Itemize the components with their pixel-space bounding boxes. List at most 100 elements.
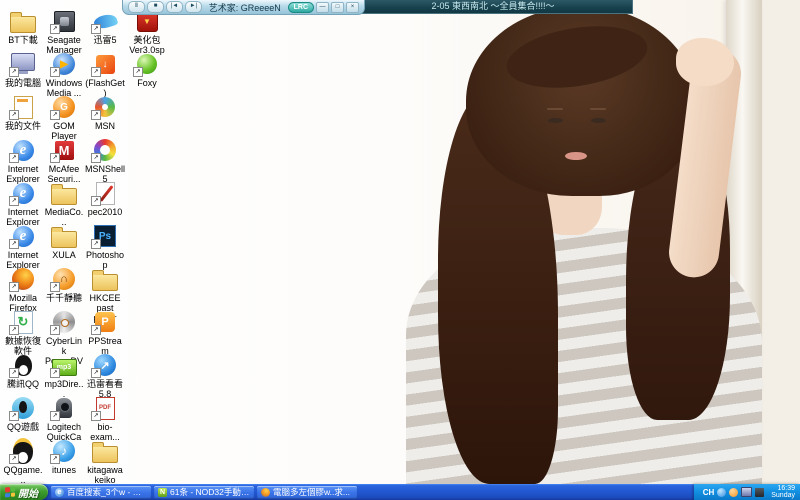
foxy-icon [132, 51, 162, 77]
taskbar-item-label: 61条 - NOD32手動棟.. [170, 486, 250, 498]
folder-icon [49, 180, 79, 206]
desktop-icon-ie[interactable]: eInternet Explorer [3, 137, 43, 184]
qq-game-icon [8, 395, 38, 421]
clock[interactable]: 16:39 Sunday [767, 485, 795, 500]
desktop-icon-label: XULA [44, 250, 84, 260]
desktop-icon-wmp[interactable]: ▶Windows Media ... [44, 51, 84, 98]
ie-task-icon: e [55, 488, 64, 497]
song-title-label: 2-05 東西南北 ～全員集合!!!!～ [431, 1, 554, 11]
desktop-icon-mcafee[interactable]: MMcAfee Securi... [44, 137, 84, 184]
msnshell-icon [90, 137, 120, 163]
ie-icon: e [8, 180, 38, 206]
desktop-icon-label: QQgame... [3, 465, 43, 485]
desktop-icon-pdf[interactable]: PDFbio-exam... [85, 395, 125, 442]
windows-flag-icon [5, 486, 15, 497]
restore-button[interactable]: □ [331, 2, 344, 13]
desktop-icon-qq-game[interactable]: QQ遊戲 [3, 395, 43, 432]
desktop-icon-folder[interactable]: MediaCo... [44, 180, 84, 227]
ppstream-icon: P [90, 309, 120, 335]
display-tray-icon[interactable] [741, 487, 752, 497]
desktop-icon-thunder[interactable]: 迅雷5 [85, 8, 125, 45]
desktop-icon-label: 騰訊QQ [3, 379, 43, 389]
webcam-icon [49, 395, 79, 421]
ie-icon: e [8, 223, 38, 249]
desktop-icon-label: QQ遊戲 [3, 422, 43, 432]
desktop-icon-qq-game2[interactable]: QQgame... [3, 438, 43, 485]
thunder-icon [90, 8, 120, 34]
desktop-icon-label: 迅雷5 [85, 35, 125, 45]
wallpaper-frame [762, 0, 800, 484]
desktop-icon-label: MSN [85, 121, 125, 131]
desktop-icon-firefox[interactable]: Mozilla Firefox [3, 266, 43, 313]
taskbar-item-baidu-search[interactable]: e 百度搜索_3个w - Mi... [51, 486, 151, 499]
desktop-icon-msnshell[interactable]: MSNShell 5 [85, 137, 125, 184]
system-tray: CH 16:39 Sunday [694, 484, 800, 500]
desktop-icon-seagate[interactable]: Seagate Manager [44, 8, 84, 55]
folder-icon [90, 438, 120, 464]
language-indicator[interactable]: CH [703, 488, 715, 497]
desktop-icon-ie[interactable]: eInternet Explorer [3, 223, 43, 270]
desktop-icon-label: 我的文件 [3, 121, 43, 131]
desktop-icon-pen[interactable]: pec2010 [85, 180, 125, 217]
desktop-icon-label: itunes [44, 465, 84, 475]
desktop-icon-ppstream[interactable]: PPPStream [85, 309, 125, 356]
artist-label: 艺术家: GReeeeN [204, 1, 286, 14]
mp3cut-icon: mp3 [49, 352, 79, 378]
close-button[interactable]: × [346, 2, 359, 13]
wallpaper-eye [591, 118, 606, 123]
desktop-icon-label: Foxy [127, 78, 167, 88]
ttplayer-tray-icon[interactable] [729, 488, 738, 497]
desktop-icon-label: kitagawa keiko [85, 465, 125, 485]
desktop-icon-msn[interactable]: MSN [85, 94, 125, 131]
desktop-icon-photoshop[interactable]: PsPhotoshop [85, 223, 125, 270]
wallpaper-photo [388, 0, 800, 484]
desktop-icon-label: pec2010 [85, 207, 125, 217]
next-track-button[interactable]: ►| [185, 1, 202, 13]
foxy-tray-icon[interactable] [717, 488, 726, 497]
previous-track-button[interactable]: |◄ [166, 1, 183, 13]
desktop-icon-document[interactable]: 我的文件 [3, 94, 43, 131]
wallpaper-eyebrow [547, 108, 563, 110]
folder-icon [90, 266, 120, 292]
pdf-icon: PDF [90, 395, 120, 421]
wallpaper-lips [565, 152, 587, 160]
desktop-icon-recovery[interactable]: ↻數據恢復軟件 [3, 309, 43, 356]
qq-game2-icon [8, 438, 38, 464]
taskbar-item-nod32[interactable]: N 61条 - NOD32手動棟.. [154, 486, 254, 499]
ttplayer-icon: ∩ [49, 266, 79, 292]
nod32-tray-icon[interactable] [755, 488, 764, 497]
pause-button[interactable]: Ⅱ [128, 1, 145, 13]
qq-icon [8, 352, 38, 378]
wallpaper-eyebrow [590, 108, 606, 110]
desktop-icon-folder[interactable]: BT下載 [3, 8, 43, 45]
lrc-toggle-button[interactable]: LRC [288, 2, 314, 13]
flashget-icon: ↓ [90, 51, 120, 77]
desktop-icon-itunes[interactable]: ♪itunes [44, 438, 84, 475]
download-icon: ↗ [90, 352, 120, 378]
seagate-icon [49, 8, 79, 34]
minimize-button[interactable]: — [316, 2, 329, 13]
desktop-icon-ttplayer[interactable]: ∩千千靜聽 [44, 266, 84, 303]
desktop-icon-foxy[interactable]: Foxy [127, 51, 167, 88]
desktop-icon-download[interactable]: ↗迅雷看看 5.8 [85, 352, 125, 399]
desktop-icon-folder[interactable]: XULA [44, 223, 84, 260]
desktop-icon-label: BT下載 [3, 35, 43, 45]
desktop-icon-ie[interactable]: eInternet Explorer [3, 180, 43, 227]
desktop-icon-computer[interactable]: 我的電腦 [3, 51, 43, 88]
lyric-bar[interactable]: 2-05 東西南北 ～全員集合!!!!～ [353, 0, 633, 14]
taskbar-item-label: 電腦多左個膠w..求... [273, 486, 350, 498]
start-button[interactable]: 開始 [0, 484, 48, 500]
desktop-icon-mp3cut[interactable]: mp3mp3Dire... [44, 352, 84, 399]
desktop[interactable]: BT下載我的電腦我的文件eInternet ExplorereInternet … [0, 0, 800, 484]
desktop-icon-gom[interactable]: GGOM Player [44, 94, 84, 141]
desktop-icon-qq[interactable]: 騰訊QQ [3, 352, 43, 389]
mini-player-bar: Ⅱ ■ |◄ ►| 艺术家: GReeeeN LRC — □ × [122, 0, 365, 15]
taskbar-item-label: 百度搜索_3个w - Mi... [67, 486, 147, 498]
desktop-icon-folder[interactable]: kitagawa keiko [85, 438, 125, 485]
taskbar: 開始 e 百度搜索_3个w - Mi... N 61条 - NOD32手動棟..… [0, 484, 800, 500]
computer-icon [8, 51, 38, 77]
stop-button[interactable]: ■ [147, 1, 164, 13]
clock-day: Sunday [771, 492, 795, 500]
taskbar-item-firefox[interactable]: 電腦多左個膠w..求... [257, 486, 357, 499]
desktop-icon-flashget[interactable]: ↓(FlashGet) [85, 51, 125, 98]
